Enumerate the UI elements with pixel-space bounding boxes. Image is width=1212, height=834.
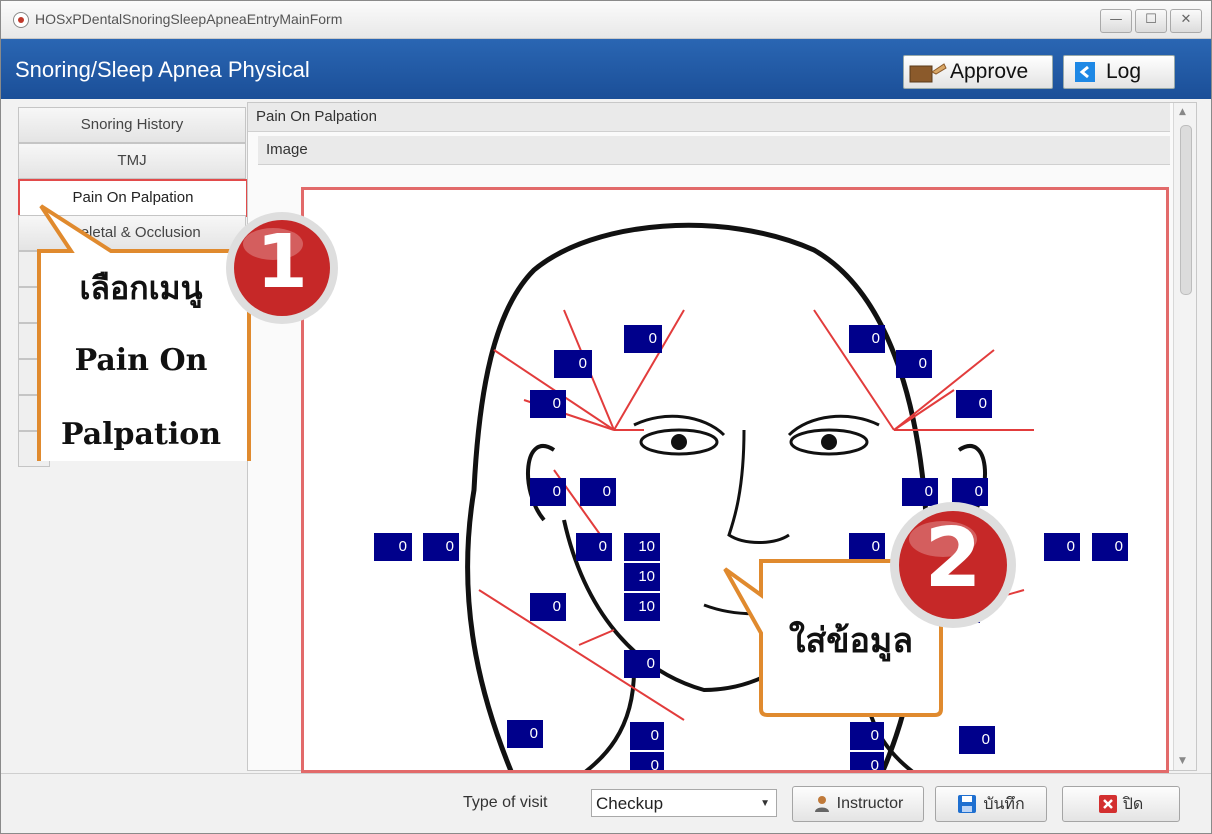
form-title: Snoring/Sleep Apnea Physical [15,57,310,82]
window-title: HOSxPDentalSnoringSleepApneaEntryMainFor… [35,11,343,27]
instructor-label: Instructor [836,795,904,812]
close-icon [1098,795,1117,813]
callout-1-text-line3: Palpation [60,417,222,452]
save-label: บันทึก [983,795,1025,813]
approve-button[interactable]: Approve [903,55,1053,89]
value-box[interactable]: 0 [1092,533,1128,561]
value-box[interactable]: 0 [530,390,566,418]
chevron-down-icon[interactable]: ▼ [760,790,770,818]
step-1-number: 1 [256,219,308,305]
close-button[interactable]: ปิด [1062,786,1180,822]
type-of-visit-value: Checkup [596,794,664,813]
person-icon [814,796,829,812]
scroll-thumb[interactable] [1180,125,1192,295]
log-button[interactable]: Log [1063,55,1175,89]
approve-label: Approve [950,60,1029,83]
approve-icon [909,63,947,83]
value-box[interactable]: 0 [630,752,664,770]
value-box[interactable]: 0 [530,593,566,621]
value-box[interactable]: 0 [374,533,412,561]
value-box[interactable]: 0 [959,726,995,754]
value-box[interactable]: 0 [849,325,885,353]
app-icon [13,12,29,28]
value-box[interactable]: 0 [624,325,662,353]
value-box[interactable]: 10 [624,593,660,621]
value-box[interactable]: 0 [956,390,992,418]
value-box[interactable]: 0 [624,650,660,678]
value-box[interactable]: 0 [896,350,932,378]
save-icon [958,795,977,813]
type-of-visit-label: Type of visit [463,794,548,811]
scroll-down-icon[interactable]: ▼ [1179,756,1186,766]
form-header: Snoring/Sleep Apnea Physical Approve Log [1,39,1211,99]
title-bar: HOSxPDentalSnoringSleepApneaEntryMainFor… [1,1,1211,39]
value-box[interactable]: 10 [624,533,660,561]
scroll-up-icon[interactable]: ▲ [1179,107,1186,117]
footer-bar: Type of visit Checkup ▼ Instructor บันทึ… [1,773,1211,833]
save-button[interactable]: บันทึก [935,786,1047,822]
close-window-button[interactable]: ✕ [1170,9,1202,33]
value-box[interactable]: 0 [423,533,459,561]
value-box[interactable]: 0 [554,350,592,378]
value-box[interactable]: 0 [850,722,884,750]
log-icon [1075,62,1095,82]
callout-1-text-line2: Pain On [74,343,208,378]
vertical-scrollbar[interactable]: ▲ ▼ [1173,103,1196,770]
close-label: ปิด [1122,795,1144,813]
callout-1-text-line1: เลือกเมนู [79,269,203,307]
main-window: HOSxPDentalSnoringSleepApneaEntryMainFor… [0,0,1212,834]
value-box[interactable]: 10 [624,563,660,591]
section-title: Pain On Palpation [248,103,1170,132]
value-box[interactable]: 0 [1044,533,1080,561]
step-2-number: 2 [924,511,982,606]
value-box[interactable]: 0 [580,478,616,506]
value-box[interactable]: 0 [630,722,664,750]
log-label: Log [1106,60,1142,83]
sidebar-item-tmj[interactable]: TMJ [18,143,246,179]
type-of-visit-select[interactable]: Checkup ▼ [591,789,777,817]
maximize-button[interactable]: ☐ [1135,9,1167,33]
sidebar-item-snoring-history[interactable]: Snoring History [18,107,246,143]
subsection-title: Image [258,136,1170,165]
value-box[interactable]: 0 [530,478,566,506]
value-box[interactable]: 0 [576,533,612,561]
value-box[interactable]: 0 [507,720,543,748]
value-box[interactable]: 0 [850,752,884,770]
minimize-button[interactable]: — [1100,9,1132,33]
instructor-button[interactable]: Instructor [792,786,924,822]
